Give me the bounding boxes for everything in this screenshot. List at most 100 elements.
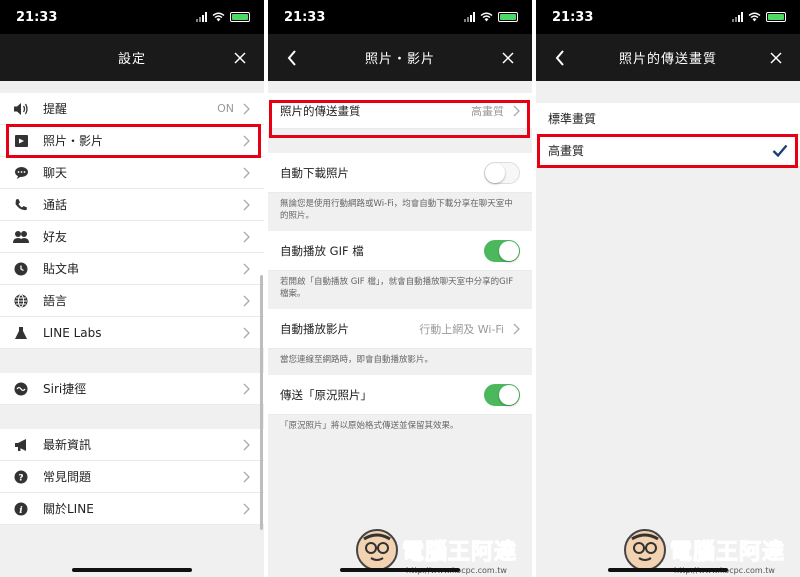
home-indicator[interactable] (72, 568, 192, 572)
item-label: Siri捷徑 (43, 382, 87, 396)
close-button[interactable] (488, 34, 528, 81)
settings-item-timeline[interactable]: 貼文串 (0, 253, 264, 285)
scrollbar[interactable] (260, 275, 263, 530)
close-button[interactable] (220, 34, 260, 81)
svg-text:i: i (19, 506, 23, 516)
help-icon: ? (14, 470, 28, 483)
home-indicator[interactable] (340, 568, 460, 572)
item-label: 好友 (43, 230, 68, 244)
video-autoplay-value: 行動上網及 Wi-Fi (419, 322, 504, 336)
auto-download-row: 自動下載照片 (268, 153, 532, 193)
chevron-right-icon (243, 135, 250, 146)
settings-item-photos-videos[interactable]: 照片・影片 (0, 125, 264, 157)
settings-item-siri-shortcuts[interactable]: Siri捷徑 (0, 373, 264, 405)
settings-item-calls[interactable]: 通話 (0, 189, 264, 221)
photo-quality-value: 高畫質 (471, 104, 504, 118)
home-indicator[interactable] (608, 568, 728, 572)
back-button[interactable] (540, 34, 580, 81)
signal-icon (196, 12, 207, 22)
settings-header: 設定 (0, 34, 264, 81)
gif-autoplay-toggle[interactable] (484, 239, 520, 262)
chevron-right-icon (243, 231, 250, 242)
page-title: 照片・影片 (364, 52, 435, 67)
photo-quality-header: 照片的傳送畫質 (536, 34, 800, 81)
live-photo-description: 「原況照片」將以原始格式傳送並保留其效果。 (268, 415, 532, 441)
gif-autoplay-label: 自動播放 GIF 檔 (280, 243, 364, 258)
status-time: 21:33 (16, 9, 58, 25)
settings-item-line-labs[interactable]: LINE Labs (0, 317, 264, 349)
chevron-left-icon (287, 49, 296, 66)
signal-icon (732, 12, 743, 22)
item-label: 提醒 (43, 102, 68, 116)
settings-item-about[interactable]: i 關於LINE (0, 493, 264, 525)
watermark-text: 電腦王阿達 (669, 540, 786, 566)
live-photo-row: 傳送「原況照片」 (268, 375, 532, 415)
battery-icon (766, 12, 786, 22)
chevron-right-icon (243, 383, 250, 394)
chevron-left-icon (555, 49, 564, 66)
page-title: 照片的傳送畫質 (618, 52, 717, 67)
watermark: 電腦王阿達 http://www.kocpc.com.tw (624, 529, 786, 575)
chevron-right-icon (243, 503, 250, 514)
photos-videos-header: 照片・影片 (268, 34, 532, 81)
photo-quality-row[interactable]: 照片的傳送畫質 高畫質 (268, 93, 532, 129)
auto-download-label: 自動下載照片 (280, 165, 349, 180)
photos-videos-panel: 21:33 照片・影片 照片的傳送畫質 高畫質 自動下載照片 無論您是使用行動網… (268, 0, 532, 577)
option-label: 高畫質 (548, 144, 585, 158)
chevron-right-icon (513, 323, 520, 334)
quality-option-high[interactable]: 高畫質 (536, 135, 800, 167)
status-bar: 21:33 (268, 0, 532, 34)
media-icon (14, 134, 28, 147)
item-label: 貼文串 (43, 262, 80, 276)
settings-item-language[interactable]: 語言 (0, 285, 264, 317)
photo-quality-label: 照片的傳送畫質 (280, 103, 361, 118)
chevron-right-icon (243, 471, 250, 482)
back-button[interactable] (272, 34, 312, 81)
settings-item-faq[interactable]: ? 常見問題 (0, 461, 264, 493)
close-icon (770, 51, 782, 64)
phone-icon (15, 198, 27, 210)
chevron-right-icon (243, 263, 250, 274)
settings-item-friends[interactable]: 好友 (0, 221, 264, 253)
video-autoplay-description: 當您連線至網路時，即會自動播放影片。 (268, 349, 532, 375)
watermark-text: 電腦王阿達 (401, 540, 518, 566)
settings-item-chats[interactable]: 聊天 (0, 157, 264, 189)
chevron-right-icon (243, 199, 250, 210)
friends-icon (13, 230, 29, 243)
item-label: 照片・影片 (43, 134, 104, 148)
live-photo-toggle[interactable] (484, 383, 520, 406)
settings-item-notifications[interactable]: 提醒 ON (0, 93, 264, 125)
page-title: 設定 (117, 52, 146, 67)
battery-icon (498, 12, 518, 22)
item-label: 最新資訊 (43, 438, 92, 452)
flask-icon (15, 326, 27, 339)
status-time: 21:33 (552, 9, 594, 25)
status-bar: 21:33 (536, 0, 800, 34)
siri-icon (14, 382, 28, 395)
clock-icon (14, 262, 28, 275)
item-label: 語言 (43, 294, 68, 308)
status-time: 21:33 (284, 9, 326, 25)
auto-download-description: 無論您是使用行動網路或Wi-Fi，均會自動下載分享在聊天室中的照片。 (268, 193, 532, 231)
quality-option-standard[interactable]: 標準畫質 (536, 103, 800, 135)
chevron-right-icon (243, 167, 250, 178)
chevron-right-icon (243, 439, 250, 450)
watermark: 電腦王阿達 http://www.kocpc.com.tw (356, 529, 518, 575)
wifi-icon (480, 12, 493, 22)
option-label: 標準畫質 (548, 112, 597, 126)
live-photo-label: 傳送「原況照片」 (280, 387, 372, 402)
close-icon (502, 51, 514, 64)
item-label: 常見問題 (43, 470, 92, 484)
battery-icon (230, 12, 250, 22)
item-label: LINE Labs (43, 325, 102, 340)
settings-panel: 21:33 設定 提醒 ON 照片・影片 聊天 通話 好友 貼文串 語言 LIN… (0, 0, 264, 577)
info-icon: i (14, 502, 28, 516)
wifi-icon (748, 12, 761, 22)
photo-quality-panel: 21:33 照片的傳送畫質 標準畫質 高畫質 電腦王阿達 http://www.… (536, 0, 800, 577)
auto-download-toggle[interactable] (484, 161, 520, 184)
video-autoplay-row[interactable]: 自動播放影片 行動上網及 Wi-Fi (268, 309, 532, 349)
item-value: ON (217, 102, 234, 115)
settings-item-news[interactable]: 最新資訊 (0, 429, 264, 461)
close-icon (234, 51, 246, 64)
close-button[interactable] (756, 34, 796, 81)
